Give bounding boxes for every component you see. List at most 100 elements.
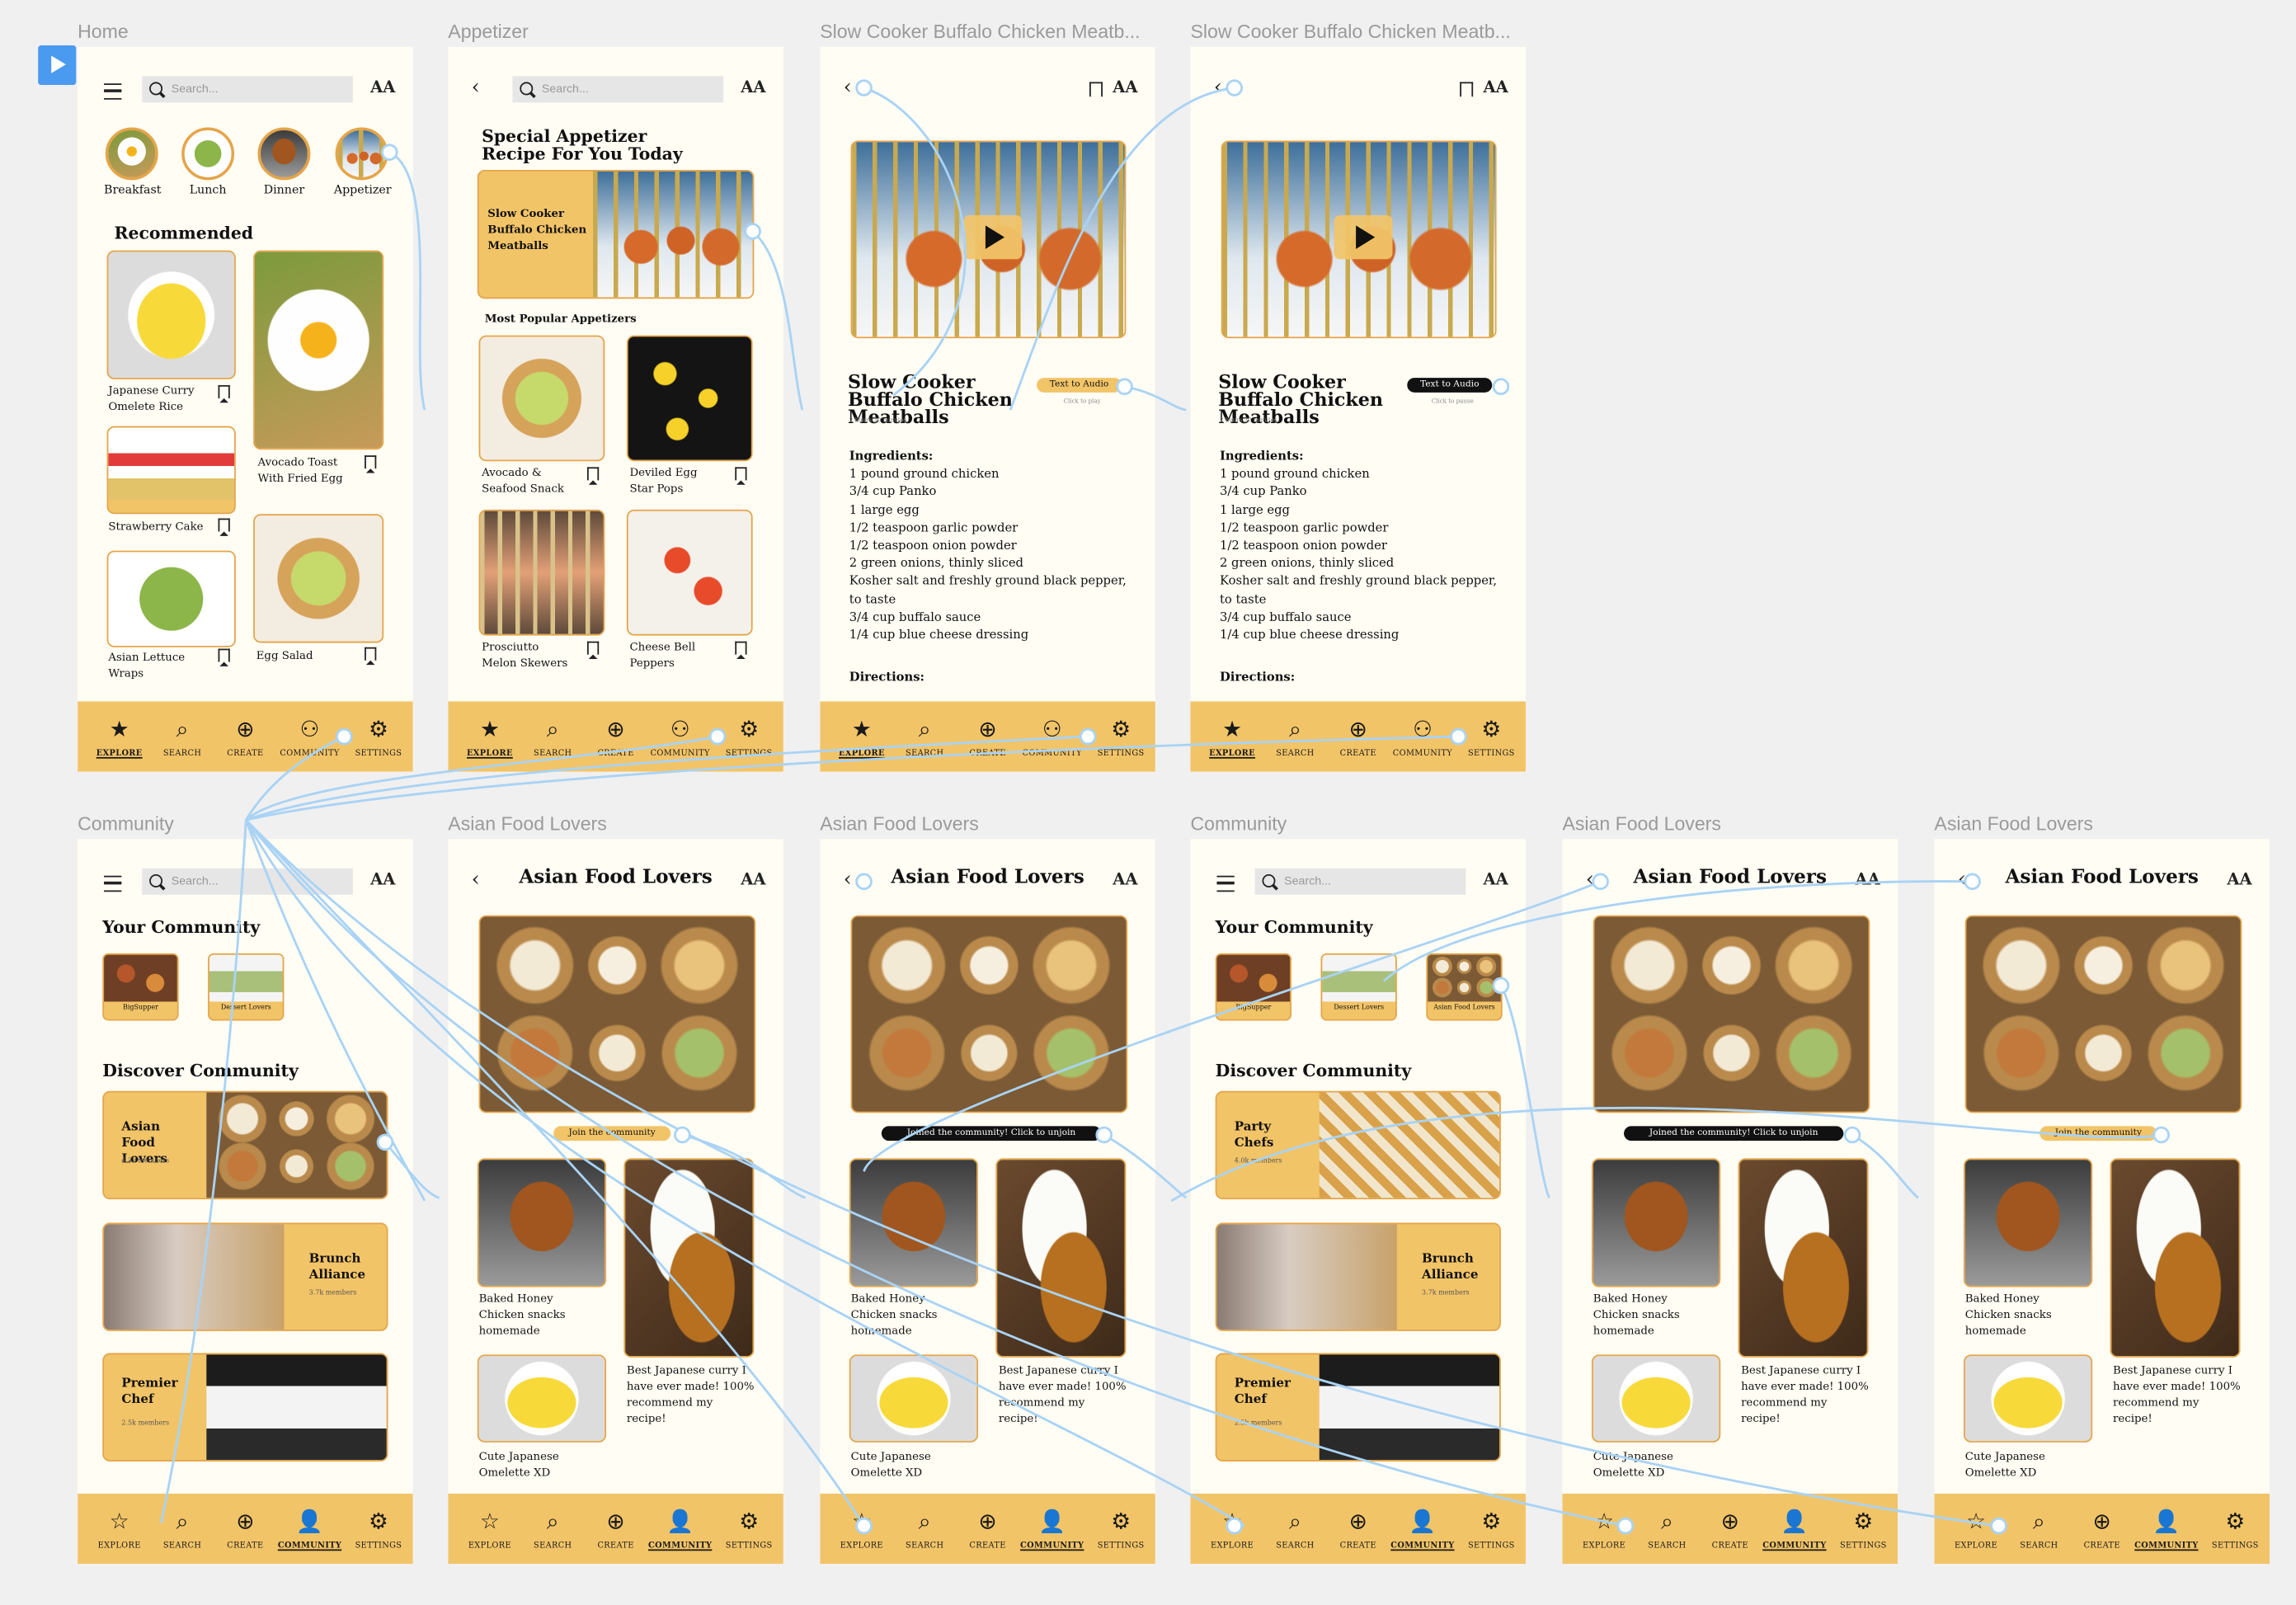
nav-explore[interactable]: ★ EXPLORE: [87, 716, 153, 758]
nav-create[interactable]: ⊕ CREATE: [583, 716, 649, 758]
join-button[interactable]: Join the community: [2040, 1126, 2157, 1141]
font-size-icon[interactable]: AA: [370, 78, 395, 96]
post-image[interactable]: [1963, 1158, 2093, 1287]
font-size-icon[interactable]: AA: [1483, 870, 1508, 889]
nav-community[interactable]: ⚇ COMMUNITY: [1019, 716, 1085, 758]
category-dinner[interactable]: Dinner: [256, 127, 312, 196]
nav-community[interactable]: 👤 COMMUNITY: [2134, 1509, 2200, 1551]
font-size-icon[interactable]: AA: [741, 78, 765, 96]
search-input[interactable]: Search...: [512, 76, 724, 103]
nav-explore[interactable]: ☆ EXPLORE: [87, 1509, 153, 1551]
back-arrow-icon[interactable]: ‹: [844, 76, 852, 99]
screen-frame[interactable]: ‹ Asian Food Lovers AA Joined the community…: [1562, 839, 1898, 1565]
back-arrow-icon[interactable]: ‹: [1214, 76, 1222, 99]
recipe-image[interactable]: [253, 514, 384, 643]
nav-create[interactable]: ⊕ CREATE: [955, 716, 1021, 758]
post-image[interactable]: [2110, 1158, 2241, 1358]
recipe-image[interactable]: [106, 250, 236, 379]
bookmark-icon[interactable]: [1089, 82, 1103, 97]
screen-frame[interactable]: Search... AA Your Community BigSupper Desser…: [78, 839, 413, 1565]
nav-community[interactable]: 👤 COMMUNITY: [1762, 1509, 1828, 1551]
category-appetizer[interactable]: Appetizer: [334, 127, 392, 196]
nav-explore[interactable]: ☆ EXPLORE: [1571, 1509, 1637, 1551]
post-image[interactable]: [623, 1158, 755, 1358]
my-community-card[interactable]: BigSupper: [102, 953, 179, 1021]
my-community-card[interactable]: Dessert Lovers: [1320, 953, 1397, 1021]
hamburger-menu-icon[interactable]: [104, 83, 122, 100]
discover-community-card[interactable]: Premier Chef 2.5k members: [102, 1353, 388, 1461]
post-image[interactable]: [995, 1158, 1127, 1358]
search-input[interactable]: Search...: [142, 76, 353, 103]
nav-community[interactable]: ⚇ COMMUNITY: [277, 716, 343, 758]
unjoin-button[interactable]: Joined the community! Click to unjoin: [881, 1126, 1102, 1141]
post-image[interactable]: [849, 1354, 979, 1443]
nav-community[interactable]: 👤 COMMUNITY: [647, 1509, 713, 1551]
bookmark-icon[interactable]: [218, 518, 230, 536]
nav-settings[interactable]: ⚙ SETTINGS: [716, 716, 782, 758]
my-community-card[interactable]: Dessert Lovers: [208, 953, 285, 1021]
recipe-video[interactable]: [850, 140, 1127, 339]
bookmark-icon[interactable]: [586, 467, 600, 485]
featured-recipe-card[interactable]: Slow Cooker Buffalo Chicken Meatballs: [477, 169, 755, 299]
nav-settings[interactable]: ⚙ SETTINGS: [1458, 716, 1524, 758]
post-image[interactable]: [1591, 1158, 1721, 1287]
bookmark-icon[interactable]: [218, 384, 230, 403]
appetizer-image[interactable]: [626, 335, 753, 462]
back-arrow-icon[interactable]: ‹: [472, 76, 480, 99]
nav-explore[interactable]: ☆ EXPLORE: [829, 1509, 895, 1551]
bookmark-icon[interactable]: [218, 648, 230, 666]
nav-explore[interactable]: ★ EXPLORE: [829, 716, 895, 758]
play-icon[interactable]: [1334, 214, 1393, 260]
search-input[interactable]: Search...: [142, 868, 353, 895]
nav-explore[interactable]: ☆ EXPLORE: [457, 1509, 523, 1551]
nav-community[interactable]: 👤 COMMUNITY: [1390, 1509, 1456, 1551]
screen-frame[interactable]: ‹ Asian Food Lovers AA Joined the community…: [820, 839, 1155, 1565]
nav-settings[interactable]: ⚙ SETTINGS: [1830, 1509, 1896, 1551]
nav-explore[interactable]: ★ EXPLORE: [1199, 716, 1265, 758]
nav-search[interactable]: ⌕ SEARCH: [149, 716, 215, 758]
hamburger-menu-icon[interactable]: [104, 875, 122, 892]
post-image[interactable]: [1738, 1158, 1869, 1358]
screen-frame[interactable]: ‹ Search... AA Special Appetizer Recipe For…: [448, 46, 783, 772]
bookmark-icon[interactable]: [1460, 82, 1474, 97]
nav-search[interactable]: ⌕ SEARCH: [149, 1509, 215, 1551]
appetizer-image[interactable]: [478, 335, 605, 462]
screen-frame[interactable]: ‹ Asian Food Lovers AA Join the community Ba…: [448, 839, 783, 1565]
screen-frame[interactable]: Search... AA Your Community BigSupper Desser…: [1190, 839, 1527, 1565]
post-image[interactable]: [477, 1354, 607, 1443]
discover-community-card[interactable]: Premier Chef 2.5k members: [1215, 1353, 1501, 1461]
category-breakfast[interactable]: Breakfast: [104, 127, 161, 196]
screen-frame[interactable]: ‹ AA Slow Cooker Buffalo Chicken Meatballs…: [1190, 46, 1527, 772]
screen-frame[interactable]: Search... AA Breakfast Lunch Dinner Appetizer…: [78, 46, 413, 772]
nav-settings[interactable]: ⚙ SETTINGS: [2202, 1509, 2268, 1551]
discover-community-card[interactable]: Brunch Alliance 3.7k members: [102, 1222, 388, 1331]
nav-search[interactable]: ⌕ SEARCH: [2006, 1509, 2072, 1551]
nav-create[interactable]: ⊕ CREATE: [1697, 1509, 1763, 1551]
text-to-audio-button[interactable]: Text to Audio: [1037, 378, 1122, 393]
bookmark-icon[interactable]: [365, 455, 377, 473]
nav-community[interactable]: 👤 COMMUNITY: [1019, 1509, 1085, 1551]
post-image[interactable]: [1591, 1354, 1721, 1443]
post-image[interactable]: [849, 1158, 979, 1287]
my-community-card[interactable]: Asian Food Lovers: [1426, 953, 1503, 1021]
nav-settings[interactable]: ⚙ SETTINGS: [1088, 716, 1154, 758]
group-banner[interactable]: [850, 915, 1128, 1113]
group-banner[interactable]: [478, 915, 756, 1113]
font-size-icon[interactable]: AA: [370, 870, 395, 889]
font-size-icon[interactable]: AA: [1855, 870, 1880, 889]
nav-explore[interactable]: ☆ EXPLORE: [1199, 1509, 1265, 1551]
nav-community[interactable]: ⚇ COMMUNITY: [647, 716, 713, 758]
group-banner[interactable]: [1593, 915, 1870, 1113]
nav-settings[interactable]: ⚙ SETTINGS: [346, 716, 412, 758]
nav-create[interactable]: ⊕ CREATE: [212, 1509, 278, 1551]
nav-search[interactable]: ⌕ SEARCH: [1262, 716, 1328, 758]
nav-create[interactable]: ⊕ CREATE: [1325, 716, 1391, 758]
text-to-audio-button[interactable]: Text to Audio: [1407, 378, 1493, 393]
nav-create[interactable]: ⊕ CREATE: [583, 1509, 649, 1551]
recipe-image[interactable]: [253, 250, 384, 450]
discover-community-card[interactable]: Brunch Alliance 3.7k members: [1215, 1222, 1501, 1331]
group-banner[interactable]: [1964, 915, 2242, 1113]
bookmark-icon[interactable]: [735, 467, 747, 485]
nav-settings[interactable]: ⚙ SETTINGS: [1088, 1509, 1154, 1551]
font-size-icon[interactable]: AA: [1113, 870, 1137, 889]
